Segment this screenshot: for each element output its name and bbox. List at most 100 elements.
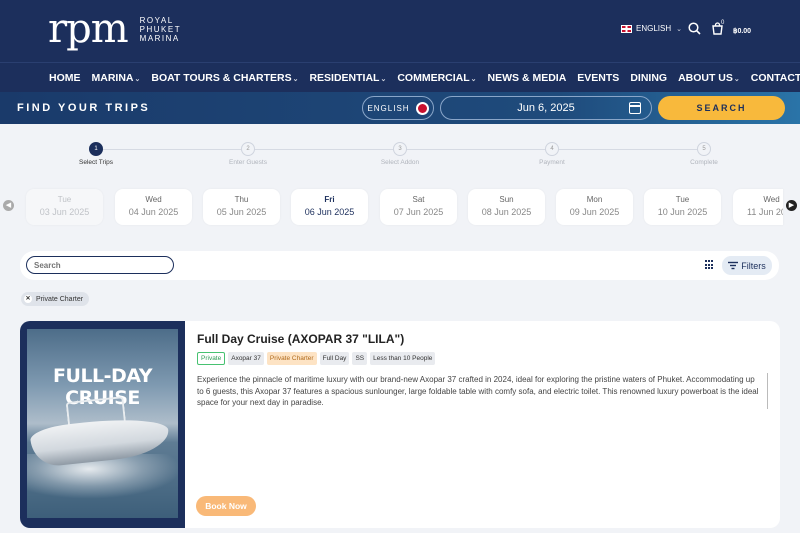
trip-tag: Private xyxy=(197,352,226,365)
trip-title[interactable]: Full Day Cruise (AXOPAR 37 "LILA") xyxy=(197,332,404,346)
language-label: ENGLISH xyxy=(636,24,672,33)
date-card-date: 07 Jun 2025 xyxy=(393,207,444,217)
uk-flag-icon xyxy=(415,101,429,115)
step-number: 2 xyxy=(241,142,255,156)
chevron-down-icon: ⌄ xyxy=(134,75,141,83)
date-card-date: 06 Jun 2025 xyxy=(304,207,355,217)
active-filter-chip: ✕ Private Charter xyxy=(21,292,90,306)
trip-tag: Less than 10 People xyxy=(370,352,436,365)
step-label: Select Trips xyxy=(79,159,113,166)
step-label: Complete xyxy=(690,159,718,166)
date-card-day: Wed xyxy=(145,195,162,204)
date-card-date: 11 Jun 2025 xyxy=(747,207,783,217)
step-select-addon: 3 Select Addon xyxy=(350,142,450,166)
step-number: 5 xyxy=(697,142,711,156)
nav-item-dining[interactable]: DINING xyxy=(630,72,667,84)
site-header: rpm ROYAL PHUKET MARINA ENGLISH ⌄ 0 ฿0.0… xyxy=(0,0,800,62)
date-card-date: 05 Jun 2025 xyxy=(216,207,267,217)
site-logo[interactable]: rpm ROYAL PHUKET MARINA xyxy=(48,9,181,49)
step-label: Enter Guests xyxy=(229,159,267,166)
logo-line-3: MARINA xyxy=(139,33,180,43)
nav-item-news-media[interactable]: NEWS & MEDIA xyxy=(488,72,567,84)
nav-item-about-us[interactable]: ABOUT US⌄ xyxy=(678,72,740,84)
date-card[interactable]: Thu 05 Jun 2025 xyxy=(203,189,280,225)
step-complete: 5 Complete xyxy=(654,142,754,166)
step-number: 1 xyxy=(89,142,103,156)
date-card-day: Fri xyxy=(324,195,335,204)
booking-language-button[interactable]: ENGLISH xyxy=(362,96,434,120)
logo-mark: rpm xyxy=(48,6,129,52)
step-label: Payment xyxy=(539,159,565,166)
date-card-day: Sun xyxy=(499,195,514,204)
book-now-button[interactable]: Book Now xyxy=(196,496,256,516)
filter-icon xyxy=(728,261,739,270)
language-selector[interactable]: ENGLISH ⌄ xyxy=(621,24,682,33)
date-input[interactable]: Jun 6, 2025 xyxy=(440,96,652,120)
date-card-date: 08 Jun 2025 xyxy=(481,207,532,217)
trip-tag: SS xyxy=(352,352,368,365)
date-card[interactable]: Sun 08 Jun 2025 xyxy=(468,189,545,225)
logo-line-2: PHUKET xyxy=(139,24,182,34)
trip-photo: FULL-DAY CRUISE xyxy=(27,329,178,518)
trip-description: Experience the pinnacle of maritime luxu… xyxy=(197,375,759,407)
search-input[interactable] xyxy=(26,256,174,274)
next-dates-arrow-icon[interactable]: ▶ xyxy=(786,200,797,211)
nav-item-events[interactable]: EVENTS xyxy=(577,72,619,84)
main-nav: HOME MARINA⌄ BOAT TOURS & CHARTERS⌄ RESI… xyxy=(0,62,800,92)
date-card-date: 04 Jun 2025 xyxy=(128,207,179,217)
date-card-day: Wed xyxy=(763,195,780,204)
search-button[interactable]: SEARCH xyxy=(658,96,785,120)
nav-item-contact-us[interactable]: CONTACT US xyxy=(751,72,800,84)
logo-line-1: ROYAL xyxy=(139,15,174,25)
date-card: Tue 03 Jun 2025 xyxy=(26,189,103,225)
filters-label: Filters xyxy=(741,260,766,271)
date-card-date: 10 Jun 2025 xyxy=(657,207,708,217)
date-card-day: Thu xyxy=(234,195,249,204)
step-number: 3 xyxy=(393,142,407,156)
step-enter-guests: 2 Enter Guests xyxy=(198,142,298,166)
date-card[interactable]: Sat 07 Jun 2025 xyxy=(380,189,457,225)
nav-item-home[interactable]: HOME xyxy=(49,72,81,84)
chevron-down-icon: ⌄ xyxy=(470,75,477,83)
step-label: Select Addon xyxy=(380,159,420,166)
chevron-down-icon: ⌄ xyxy=(380,75,387,83)
trip-tag: Private Charter xyxy=(266,352,317,365)
find-trips-title: FIND YOUR TRIPS xyxy=(17,102,151,114)
logo-text: ROYAL PHUKET MARINA xyxy=(140,16,181,43)
nav-item-boat-tours[interactable]: BOAT TOURS & CHARTERS⌄ xyxy=(151,72,298,84)
trip-image[interactable]: FULL-DAY CRUISE xyxy=(20,321,185,528)
date-card-date: 09 Jun 2025 xyxy=(569,207,620,217)
step-select-trips: 1 Select Trips xyxy=(46,142,146,166)
step-payment: 4 Payment xyxy=(502,142,602,166)
active-filter-label: Private Charter xyxy=(36,295,84,303)
filters-button[interactable]: Filters xyxy=(722,256,772,275)
nav-item-residential[interactable]: RESIDENTIAL⌄ xyxy=(309,72,386,84)
chevron-down-icon: ⌄ xyxy=(676,25,682,33)
remove-filter-icon[interactable]: ✕ xyxy=(24,295,32,303)
cart-amount: ฿0.00 xyxy=(733,28,752,35)
date-card-day: Mon xyxy=(586,195,603,204)
date-card[interactable]: Wed 11 Jun 2025 xyxy=(733,189,783,225)
search-panel: Filters xyxy=(20,251,779,280)
chevron-down-icon: ⌄ xyxy=(733,75,740,83)
prev-dates-arrow-icon[interactable]: ◀ xyxy=(3,200,14,211)
find-trips-bar: FIND YOUR TRIPS ENGLISH Jun 6, 2025 SEAR… xyxy=(0,92,800,124)
date-card-day: Tue xyxy=(57,195,72,204)
date-value: Jun 6, 2025 xyxy=(517,102,575,114)
search-icon[interactable] xyxy=(688,22,701,37)
date-card-selected[interactable]: Fri 06 Jun 2025 xyxy=(291,189,368,225)
nav-item-marina[interactable]: MARINA⌄ xyxy=(92,72,141,84)
date-card[interactable]: Mon 09 Jun 2025 xyxy=(556,189,633,225)
chevron-down-icon: ⌄ xyxy=(292,75,299,83)
step-number: 4 xyxy=(545,142,559,156)
date-card-day: Sat xyxy=(412,195,425,204)
date-card[interactable]: Tue 10 Jun 2025 xyxy=(644,189,721,225)
description-scrollbar[interactable] xyxy=(767,373,768,409)
date-card[interactable]: Wed 04 Jun 2025 xyxy=(115,189,192,225)
date-card-day: Tue xyxy=(675,195,690,204)
nav-item-commercial[interactable]: COMMERCIAL⌄ xyxy=(397,72,476,84)
calendar-icon[interactable] xyxy=(629,102,641,114)
grid-view-icon[interactable] xyxy=(705,260,715,270)
booking-language-label: ENGLISH xyxy=(367,103,410,113)
trip-card: FULL-DAY CRUISE Full Day Cruise (AXOPAR … xyxy=(20,321,780,528)
